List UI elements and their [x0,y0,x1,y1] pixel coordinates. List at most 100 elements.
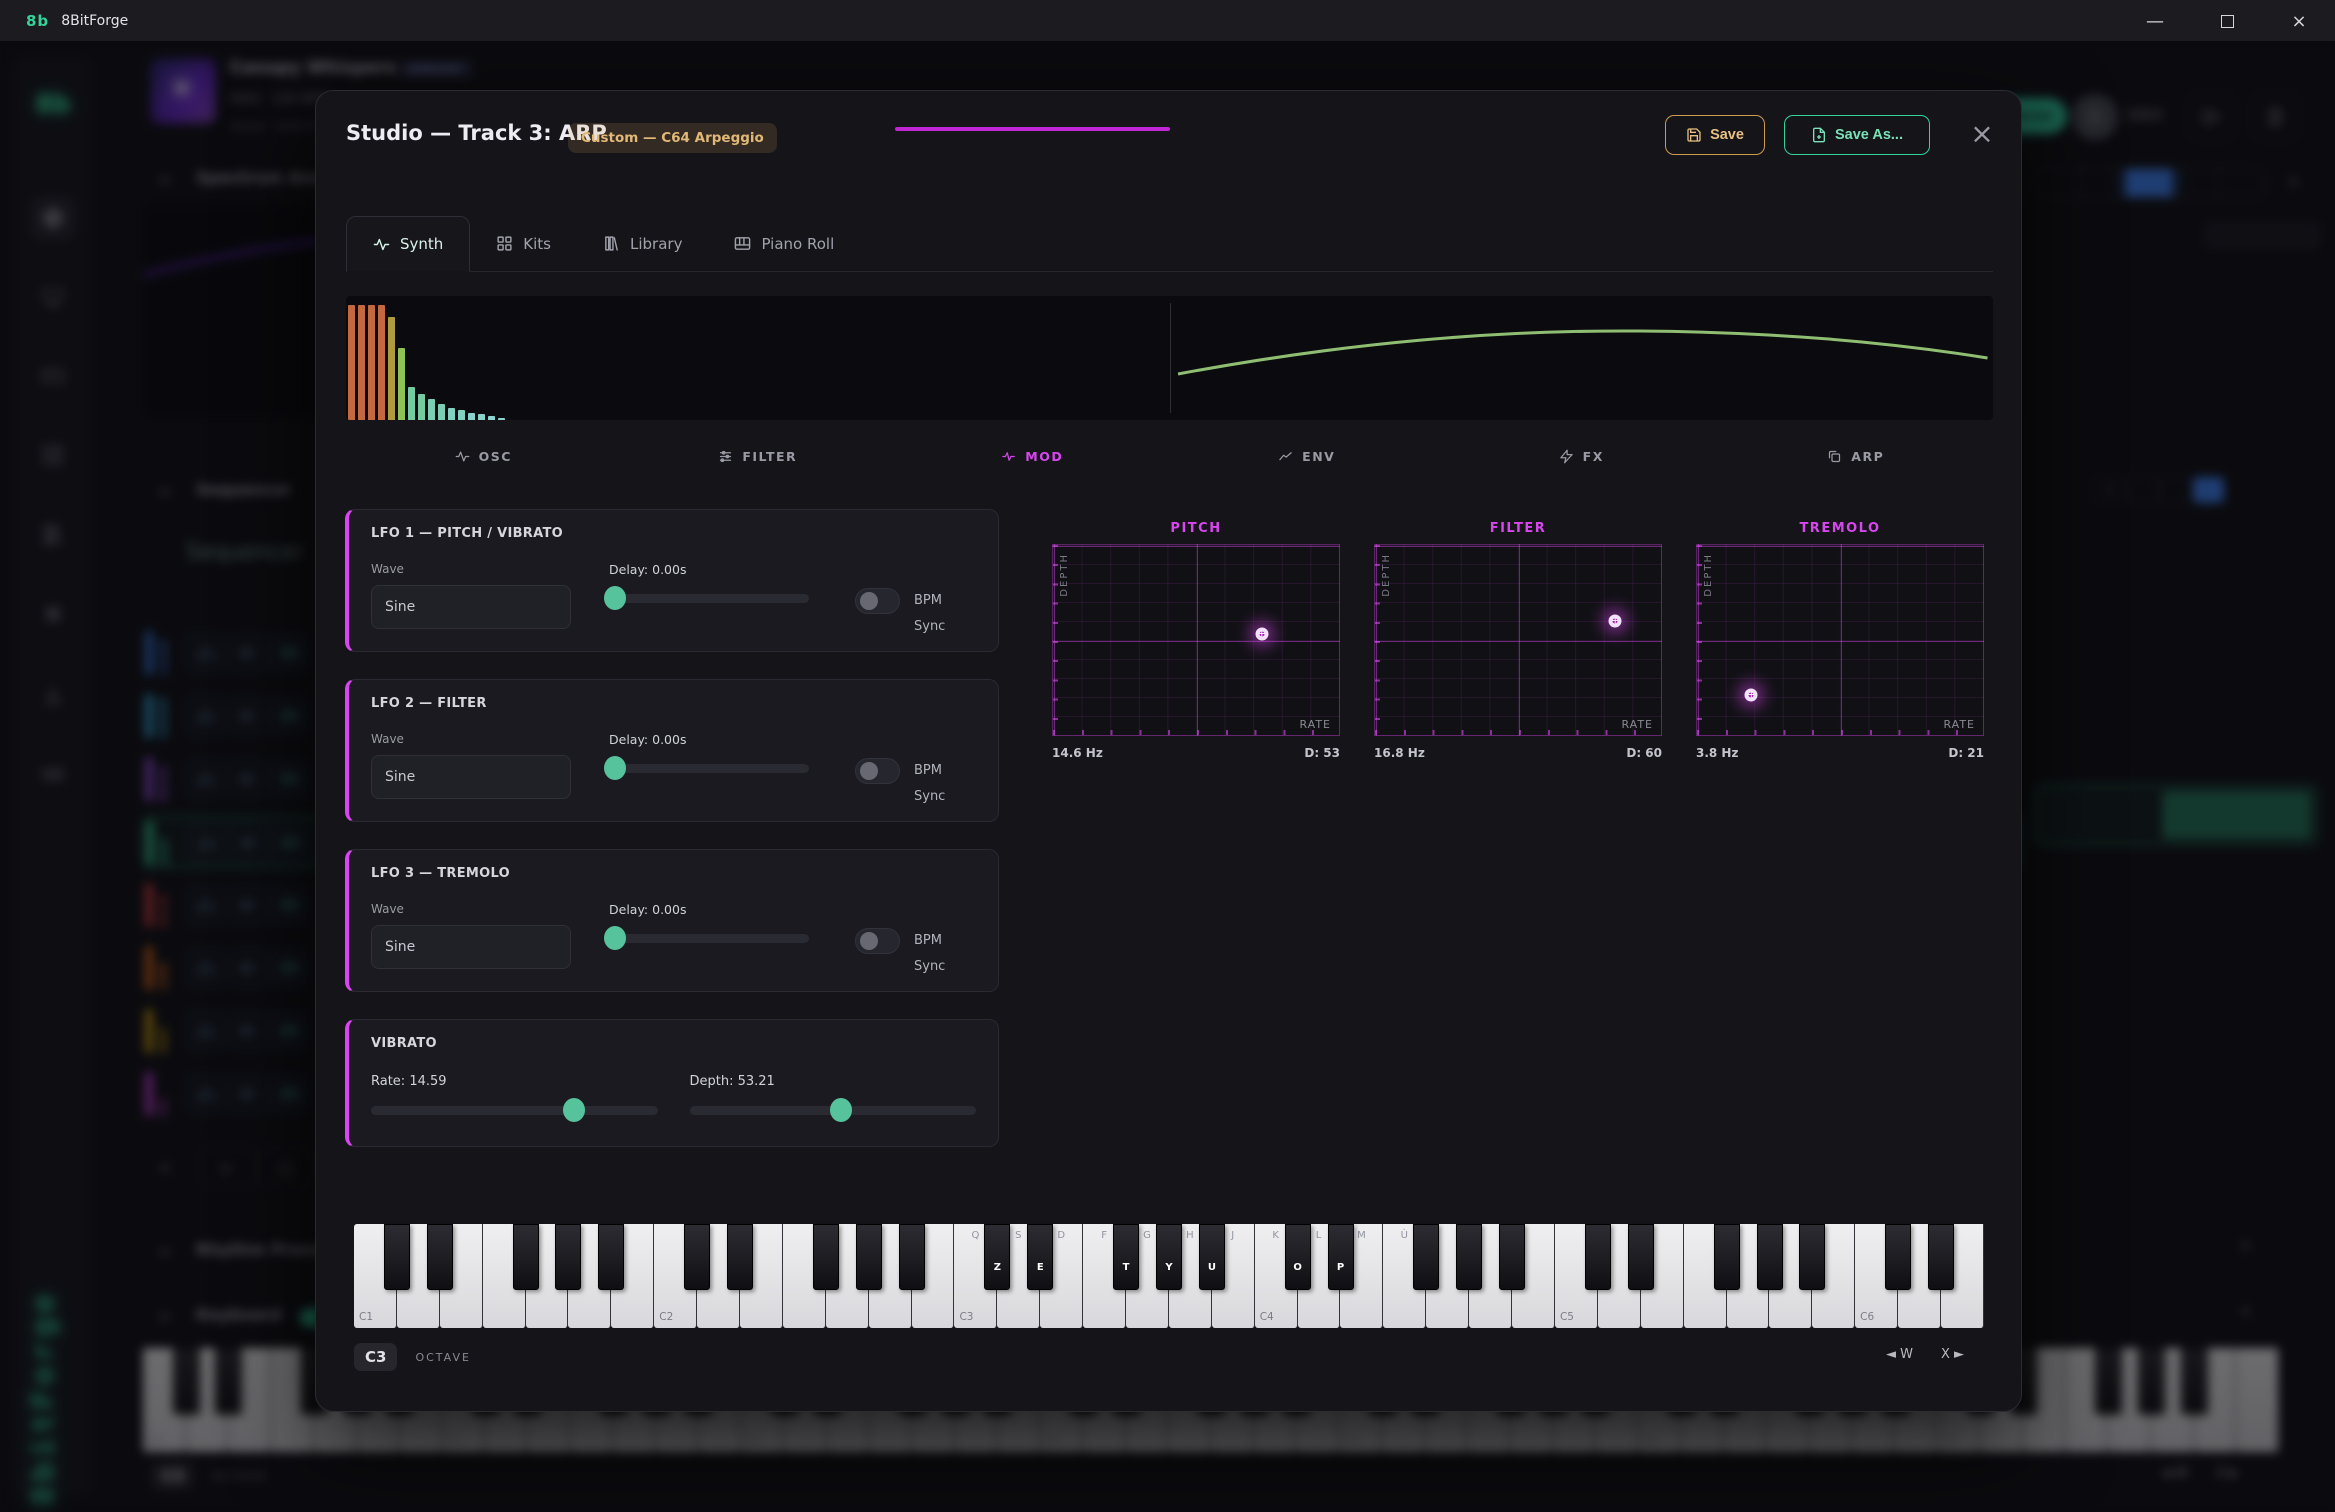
black-key-D#1[interactable] [427,1224,453,1290]
bpm-sync-label: BPM Sync [914,588,976,640]
preset-badge: Custom — C64 Arpeggio [568,123,777,153]
wave-label: Wave [371,732,571,746]
depth-ticks [1375,545,1380,735]
black-key-A#5[interactable] [1799,1224,1825,1290]
black-key-A#1[interactable] [598,1224,624,1290]
wave-select[interactable]: Sine [371,755,571,799]
xy-pad-filter: FILTERDEPTHRATE16.8 HzD: 60 [1374,521,1662,760]
wave-select[interactable]: Sine [371,585,571,629]
save-as-label: Save As... [1835,127,1903,143]
black-key-F#4[interactable] [1413,1224,1439,1290]
slider-knob[interactable] [830,1098,852,1122]
fx-zap-icon [1559,449,1574,464]
maximize-button[interactable] [2191,0,2263,42]
black-key-F#2[interactable] [813,1224,839,1290]
pad-depth-readout: D: 21 [1948,746,1984,760]
black-key-C#6[interactable] [1885,1224,1911,1290]
subtab-mod[interactable]: MOD [895,439,1170,473]
black-key-C#4[interactable]: O [1285,1224,1311,1290]
subtab-filter[interactable]: FILTER [621,439,896,473]
delay-slider[interactable] [609,926,809,950]
spectrum-bar [468,413,475,420]
modal-keyboard[interactable]: C1C2C3QZSEDFTGYHUJC4KOLPMÙC5C6 [354,1224,1984,1328]
slider-knob[interactable] [563,1098,585,1122]
black-key-G#1[interactable] [555,1224,581,1290]
close-window-button[interactable]: × [2263,0,2335,42]
octave-up-hint[interactable]: X ► [1941,1347,1964,1362]
bpm-sync-toggle[interactable] [855,928,900,954]
modal-tabs: SynthKitsLibrary Piano Roll [346,216,1993,272]
close-modal-button[interactable]: × [1964,115,2000,151]
minimize-button[interactable]: — [2119,0,2191,42]
spectrum-bar [378,305,385,420]
save-button[interactable]: Save [1665,115,1765,155]
pad-surface[interactable]: DEPTHRATE [1052,544,1340,736]
delay-slider[interactable] [609,586,809,610]
black-key-C#5[interactable] [1585,1224,1611,1290]
black-key-D#2[interactable] [727,1224,753,1290]
wave-select[interactable]: Sine [371,925,571,969]
black-key-F#3[interactable]: T [1113,1224,1139,1290]
depth-ticks [1053,545,1058,735]
pad-handle[interactable] [1745,689,1758,702]
black-key-G#3[interactable]: Y [1156,1224,1182,1290]
tab-label: Piano Roll [761,235,834,253]
depth-slider[interactable] [690,1098,977,1122]
black-key-D#5[interactable] [1628,1224,1654,1290]
black-key-D#6[interactable] [1928,1224,1954,1290]
black-key-A#3[interactable]: U [1199,1224,1225,1290]
black-key-G#4[interactable] [1456,1224,1482,1290]
subtab-fx[interactable]: FX [1444,439,1719,473]
spectrum-bar [368,305,375,420]
black-key-C#3[interactable]: Z [984,1224,1010,1290]
library-books-icon [603,235,620,252]
pad-title: FILTER [1374,521,1662,536]
black-key-D#4[interactable]: P [1328,1224,1354,1290]
black-key-G#5[interactable] [1757,1224,1783,1290]
black-key-C#1[interactable] [384,1224,410,1290]
black-key-C#2[interactable] [684,1224,710,1290]
tab-library[interactable]: Library [577,216,708,271]
subtab-label: ARP [1851,449,1884,464]
app-window: 8b 8BitForge — × 8b Canopy Whispers AMBI… [0,0,2335,1512]
app-logo: 8b [26,12,49,30]
delay-slider[interactable] [609,756,809,780]
sync-group: BPM Sync [855,758,976,810]
lfo-title: LFO 1 — PITCH / VIBRATO [371,526,976,541]
pad-surface[interactable]: DEPTHRATE [1374,544,1662,736]
vibrato-title: VIBRATO [371,1036,976,1051]
black-key-F#5[interactable] [1714,1224,1740,1290]
tab-synth[interactable]: Synth [346,216,470,272]
bpm-sync-toggle[interactable] [855,588,900,614]
pad-handle[interactable] [1255,628,1268,641]
tab-piano-roll[interactable]: Piano Roll [708,216,860,271]
app-title: 8BitForge [61,13,128,29]
bpm-sync-toggle[interactable] [855,758,900,784]
tab-kits[interactable]: Kits [470,216,577,271]
delay-label: Delay: 0.00s [609,562,809,577]
rate-ticks [1375,730,1661,735]
slider-knob[interactable] [604,756,626,780]
black-key-D#3[interactable]: E [1027,1224,1053,1290]
save-as-button[interactable]: Save As... [1784,115,1930,155]
vibrato-panel: VIBRATORate: 14.59Depth: 53.21 [345,1019,999,1147]
slider-knob[interactable] [604,926,626,950]
rate-slider[interactable] [371,1098,658,1122]
black-key-A#2[interactable] [899,1224,925,1290]
subtab-osc[interactable]: OSC [346,439,621,473]
black-key-A#4[interactable] [1499,1224,1525,1290]
save-label: Save [1710,127,1744,143]
mod-xy-pads: PITCHDEPTHRATE14.6 HzD: 53FILTERDEPTHRAT… [1052,521,1984,760]
pad-y-axis-label: DEPTH [1059,553,1070,597]
bpm-sync-label: BPM Sync [914,928,976,980]
subtab-arp[interactable]: ARP [1719,439,1994,473]
key-shortcut-label: U [1200,1262,1224,1273]
pad-surface[interactable]: DEPTHRATE [1696,544,1984,736]
octave-down-hint[interactable]: ◄ W [1886,1347,1913,1362]
black-key-F#1[interactable] [513,1224,539,1290]
subtab-env[interactable]: ENV [1170,439,1445,473]
slider-knob[interactable] [604,586,626,610]
depth-label: Depth: 53.21 [690,1074,977,1089]
black-key-G#2[interactable] [856,1224,882,1290]
pad-handle[interactable] [1609,615,1622,628]
